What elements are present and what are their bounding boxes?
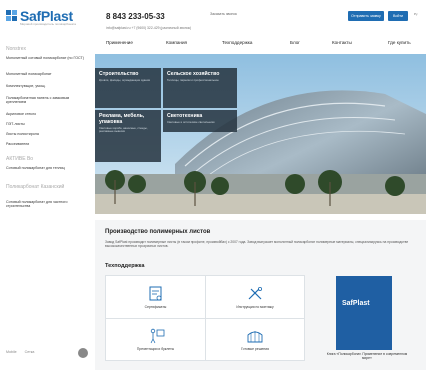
tile-desc: Кровли, фасады, ограждающие здания — [99, 78, 150, 82]
tools-icon — [248, 286, 262, 299]
nav-item-usage[interactable]: Применение — [106, 40, 133, 45]
login-button[interactable]: Войти — [388, 11, 408, 21]
book-cover: SafPlast — [336, 276, 392, 350]
tile-agriculture[interactable]: Сельское хозяйство Теплицы, парники и пр… — [163, 68, 237, 108]
sidebar-sale-item[interactable]: Сотовый поликарбонат для теплиц — [6, 166, 88, 170]
send-request-button[interactable]: Отправить заявку — [348, 11, 384, 21]
book-cover-title: SafPlast — [342, 300, 370, 307]
book-promo[interactable]: SafPlast Книга «Поликарбонат. Применение… — [322, 274, 412, 364]
nav-item-where-to-buy[interactable]: Где купить — [388, 40, 411, 45]
tile-desc: Теплицы, парники и профессиональное — [167, 78, 219, 82]
tile-title: Строительство — [99, 71, 139, 77]
tile-desc: Световые короба, наносные, стенды, рекла… — [99, 126, 148, 134]
sidebar-heading: Nonstrex — [6, 46, 27, 52]
phone-link[interactable]: Сетка — [25, 350, 35, 354]
sidebar-footer: Mobile Сетка — [6, 350, 34, 354]
logo-mark-icon — [6, 10, 17, 21]
logo[interactable]: SafPlast Мировой производитель поликарбо… — [6, 8, 86, 34]
support-grid: Сертификаты Инструкция по монтажу Презен… — [105, 275, 305, 361]
presentation-icon — [150, 328, 164, 344]
sidebar-city-heading: Поликарбонат Казанский — [6, 184, 65, 190]
tile-title: Светотехника — [167, 113, 203, 119]
support-cell-solutions[interactable]: Готовые решения — [205, 318, 305, 361]
hero-banner: Строительство Кровли, фасады, ограждающи… — [95, 54, 426, 214]
tile-desc: Световые и оптические светильники — [167, 120, 215, 124]
cell-label: Презентации и буклеты — [136, 347, 175, 351]
greenhouse-icon — [247, 331, 263, 343]
tile-title: Реклама, мебель, упаковка — [99, 113, 145, 125]
sidebar-item[interactable]: Комплектующие, умощ. — [6, 84, 88, 88]
tile-construction[interactable]: Строительство Кровли, фасады, ограждающи… — [95, 68, 161, 108]
sidebar: SafPlast Мировой производитель поликарбо… — [0, 0, 92, 370]
sidebar-item[interactable]: Рассеиватели — [6, 142, 88, 146]
book-caption: Книга «Поликарбонат. Применение в соврем… — [326, 352, 408, 361]
cell-label: Сертификаты — [144, 304, 167, 309]
sidebar-item[interactable]: Монолитный поликарбонат — [6, 72, 88, 76]
support-cell-instructions[interactable]: Инструкция по монтажу — [205, 276, 305, 319]
callback-link[interactable]: Заказать звонок — [210, 12, 237, 16]
support-title: Техподдержка — [105, 263, 145, 269]
main-nav: Применение Компания Техподдержка Блог Ко… — [92, 40, 426, 50]
nav-item-company[interactable]: Компания — [166, 40, 187, 45]
nav-item-support[interactable]: Техподдержка — [222, 40, 252, 45]
sidebar-item[interactable]: Акриловое стекло — [6, 112, 88, 116]
sidebar-city-item[interactable]: Сотовый поликарбонат для частного строит… — [6, 200, 88, 209]
sidebar-item[interactable]: Поликарбонатная панель с замковым крепле… — [6, 96, 88, 105]
contact-line[interactable]: info@safplast.ru +7 (9600) 322-429 (разл… — [106, 26, 191, 30]
content-title: Производство полимерных листов — [105, 229, 211, 235]
sidebar-item[interactable]: Монолитный сотовый поликарбонат (по ГОСТ… — [6, 56, 88, 60]
nav-item-contacts[interactable]: Контакты — [332, 40, 352, 45]
sidebar-item[interactable]: ПЭТ-листы — [6, 122, 88, 126]
logo-tagline: Мировой производитель поликарбоната — [20, 22, 76, 26]
cell-label: Инструкция по монтажу — [236, 304, 274, 309]
sidebar-sale-heading: АКТИВЕ Во — [6, 156, 34, 162]
content-section: Производство полимерных листов Завод Saf… — [95, 220, 426, 370]
sidebar-item[interactable]: Листы полистирола — [6, 132, 88, 136]
nav-item-blog[interactable]: Блог — [290, 40, 300, 45]
tile-title: Сельское хозяйство — [167, 71, 220, 77]
tile-advertising[interactable]: Реклама, мебель, упаковка Световые короб… — [95, 110, 161, 162]
mobile-link[interactable]: Mobile — [6, 350, 17, 354]
scroll-top-icon[interactable] — [78, 348, 88, 358]
phone-number[interactable]: 8 843 233-05-33 — [106, 12, 165, 21]
support-cell-certificates[interactable]: Сертификаты — [106, 276, 206, 319]
certificate-icon — [149, 286, 161, 300]
content-text: Завод SafPlast производит полимерные лис… — [105, 240, 409, 249]
cell-label: Готовые решения — [241, 347, 269, 351]
support-cell-presentations[interactable]: Презентации и буклеты — [106, 318, 206, 361]
tile-lighting[interactable]: Светотехника Световые и оптические свети… — [163, 110, 237, 132]
language-switch[interactable]: Ру — [414, 12, 418, 16]
